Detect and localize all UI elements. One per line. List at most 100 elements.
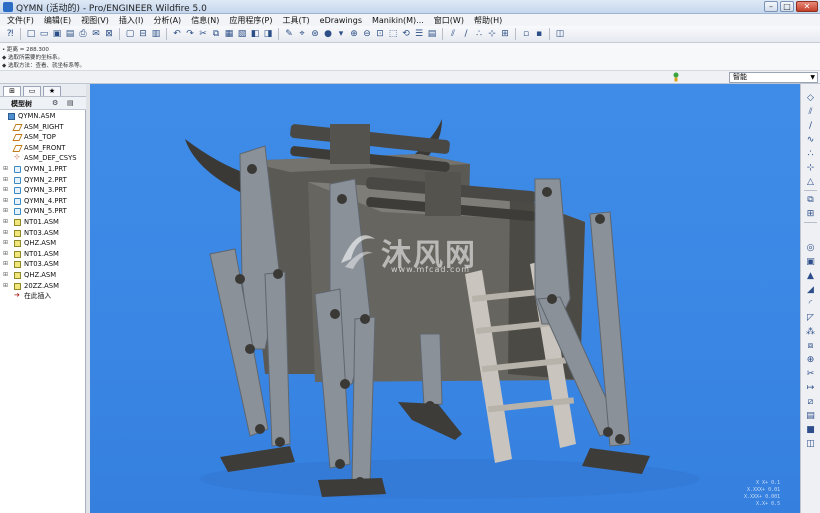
regen-manager-icon[interactable]: ◨ xyxy=(262,28,274,40)
tree-item[interactable]: ⊞ QYMN_2.PRT xyxy=(0,175,86,186)
tree-expand-icon[interactable]: ⊞ xyxy=(3,164,8,175)
tree-item[interactable]: QYMN.ASM xyxy=(0,111,86,122)
menu-info[interactable]: 信息(N) xyxy=(186,15,224,26)
tree-item[interactable]: ⊞ QHZ.ASM xyxy=(0,238,86,249)
display-style-icon[interactable]: ▫ xyxy=(520,28,532,40)
menu-manikin[interactable]: Manikin(M)... xyxy=(367,16,429,25)
menu-tools[interactable]: 工具(T) xyxy=(278,15,315,26)
cut-icon[interactable]: ✂ xyxy=(197,28,209,40)
feature-icon[interactable]: ◫ xyxy=(804,438,817,449)
tree-expand-icon[interactable]: ⊞ xyxy=(3,185,8,196)
menu-view[interactable]: 视图(V) xyxy=(76,15,114,26)
analysis-feature-icon[interactable]: △ xyxy=(804,176,817,187)
tree-item[interactable]: ASM_RIGHT xyxy=(0,122,86,133)
selection-filter-select[interactable]: 智能 ▼ xyxy=(729,72,818,83)
new-file-icon[interactable]: □ xyxy=(25,28,37,40)
activate-window-icon[interactable]: ▢ xyxy=(124,28,136,40)
zoom-out-icon[interactable]: ⊖ xyxy=(361,28,373,40)
tree-item[interactable]: ⊞ NT01.ASM xyxy=(0,217,86,228)
tree-item[interactable]: ➔ 在此插入 xyxy=(0,291,86,302)
tree-item[interactable]: ⊞ QYMN_3.PRT xyxy=(0,185,86,196)
solidify-icon[interactable]: ■ xyxy=(804,424,817,435)
context-help-icon[interactable]: ⁈ xyxy=(4,28,16,40)
mirror-icon[interactable]: ⧈ xyxy=(804,340,817,351)
datum-planes-icon[interactable]: ⫽ xyxy=(447,28,459,40)
tree-expand-icon[interactable]: ⊞ xyxy=(3,196,8,207)
shading-icon[interactable]: ● xyxy=(322,28,334,40)
assemble-icon[interactable]: ⧉ xyxy=(804,194,817,205)
tree-settings-icon[interactable]: ⚙ xyxy=(52,99,58,107)
thicken-icon[interactable]: ▤ xyxy=(804,410,817,421)
orient-mode-icon[interactable]: ⊛ xyxy=(309,28,321,40)
undo-icon[interactable]: ↶ xyxy=(171,28,183,40)
regenerate-icon[interactable]: ◧ xyxy=(249,28,261,40)
saved-views-icon[interactable]: ⬚ xyxy=(387,28,399,40)
tree-item[interactable]: ⊹ ASM_DEF_CSYS xyxy=(0,153,86,164)
tab-favorites-icon[interactable]: ★ xyxy=(43,86,61,96)
window-list-icon[interactable]: ▥ xyxy=(150,28,162,40)
chamfer-icon[interactable]: ◸ xyxy=(804,312,817,323)
spin-center-icon[interactable]: ⌖ xyxy=(296,28,308,40)
round-icon[interactable]: ◜ xyxy=(804,298,817,309)
menu-analysis[interactable]: 分析(A) xyxy=(148,15,186,26)
tree-item[interactable]: ⊞ QYMN_5.PRT xyxy=(0,206,86,217)
maximize-button[interactable]: □ xyxy=(780,1,794,12)
model-tree-label[interactable]: 模型树 xyxy=(11,99,32,109)
email-link-icon[interactable]: ⊠ xyxy=(103,28,115,40)
tree-item[interactable]: ⊞ QYMN_4.PRT xyxy=(0,196,86,207)
tree-item[interactable]: ⊞ NT01.ASM xyxy=(0,249,86,260)
tab-folder-browser-icon[interactable]: ▭ xyxy=(23,86,41,96)
tree-expand-icon[interactable]: ⊞ xyxy=(3,175,8,186)
copy-icon[interactable]: ⧉ xyxy=(210,28,222,40)
datum-points-icon[interactable]: ∴ xyxy=(473,28,485,40)
tree-expand-icon[interactable]: ⊞ xyxy=(3,249,8,260)
reorient-icon[interactable]: ⟲ xyxy=(400,28,412,40)
menu-insert[interactable]: 插入(I) xyxy=(114,15,149,26)
print-icon[interactable]: ⎙ xyxy=(77,28,89,40)
create-component-icon[interactable]: ⊞ xyxy=(804,208,817,219)
tree-item[interactable]: ⊞ NT03.ASM xyxy=(0,259,86,270)
analysis-icon[interactable]: ◫ xyxy=(554,28,566,40)
menu-applications[interactable]: 应用程序(P) xyxy=(224,15,277,26)
tree-expand-icon[interactable]: ⊞ xyxy=(3,217,8,228)
offset-icon[interactable]: ⧄ xyxy=(804,396,817,407)
datum-plane-icon[interactable]: ⫽ xyxy=(804,106,817,117)
tree-item[interactable]: ⊞ 20ZZ.ASM xyxy=(0,281,86,292)
menu-file[interactable]: 文件(F) xyxy=(2,15,39,26)
redo-icon[interactable]: ↷ xyxy=(184,28,196,40)
pattern-icon[interactable]: ⁂ xyxy=(804,326,817,337)
tree-expand-icon[interactable]: ⊞ xyxy=(3,270,8,281)
tree-item[interactable]: ASM_TOP xyxy=(0,132,86,143)
save-copy-icon[interactable]: ▤ xyxy=(64,28,76,40)
tree-item[interactable]: ⊞ NT03.ASM xyxy=(0,228,86,239)
repaint-icon[interactable]: ✎ xyxy=(283,28,295,40)
minimize-button[interactable]: – xyxy=(764,1,778,12)
tree-expand-icon[interactable]: ⊞ xyxy=(3,281,8,292)
paste-icon[interactable]: ▦ xyxy=(223,28,235,40)
close-window-icon[interactable]: ⊟ xyxy=(137,28,149,40)
annotations-icon[interactable]: ⊞ xyxy=(499,28,511,40)
datum-axes-icon[interactable]: / xyxy=(460,28,472,40)
coordinate-systems-icon[interactable]: ⊹ xyxy=(486,28,498,40)
tab-model-tree-icon[interactable]: ⊞ xyxy=(3,86,21,96)
tree-filter-icon[interactable]: ▤ xyxy=(67,99,74,107)
layers-icon[interactable]: ☰ xyxy=(413,28,425,40)
draft-icon[interactable]: ◢ xyxy=(804,284,817,295)
menu-help[interactable]: 帮助(H) xyxy=(469,15,507,26)
datum-curve-icon[interactable]: ∿ xyxy=(804,134,817,145)
paste-special-icon[interactable]: ▧ xyxy=(236,28,248,40)
datum-axis-icon[interactable]: / xyxy=(804,120,817,131)
sketch-icon[interactable]: ◇ xyxy=(804,92,817,103)
tree-item[interactable]: ⊞ QYMN_1.PRT xyxy=(0,164,86,175)
csys-icon[interactable]: ⊹ xyxy=(804,162,817,173)
menu-edrawings[interactable]: eDrawings xyxy=(315,16,367,25)
shell-icon[interactable]: ▣ xyxy=(804,256,817,267)
trim-icon[interactable]: ✂ xyxy=(804,368,817,379)
merge-icon[interactable]: ⊕ xyxy=(804,354,817,365)
rib-icon[interactable]: ▲ xyxy=(804,270,817,281)
menu-window[interactable]: 窗口(W) xyxy=(429,15,469,26)
datum-point-icon[interactable]: ∴ xyxy=(804,148,817,159)
tree-expand-icon[interactable]: ⊞ xyxy=(3,259,8,270)
view-manager-icon[interactable]: ▤ xyxy=(426,28,438,40)
tree-item[interactable]: ⊞ QHZ.ASM xyxy=(0,270,86,281)
